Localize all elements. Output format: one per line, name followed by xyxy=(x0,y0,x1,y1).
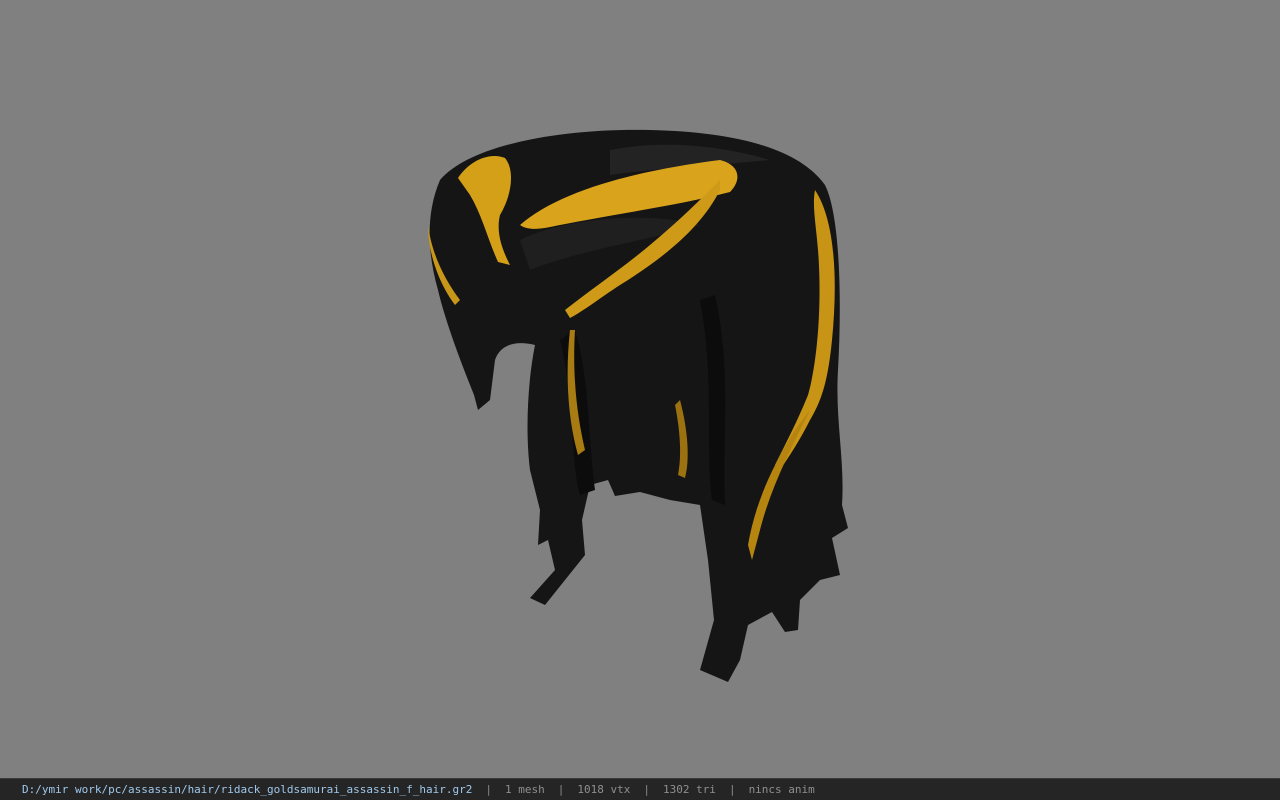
separator: | xyxy=(728,783,736,796)
hair-model-icon xyxy=(428,129,848,682)
separator: | xyxy=(485,783,492,796)
anim-status: nincs anim xyxy=(748,783,815,796)
mesh-count: 1 mesh xyxy=(504,783,545,796)
3d-viewport[interactable] xyxy=(0,0,1280,778)
separator: | xyxy=(557,783,565,796)
separator: | xyxy=(643,783,650,796)
file-path: D:/ymir work/pc/assassin/hair/ridack_gol… xyxy=(22,783,473,796)
status-bar: D:/ymir work/pc/assassin/hair/ridack_gol… xyxy=(0,778,1280,800)
vertex-count: 1018 vtx xyxy=(577,783,631,796)
triangle-count: 1302 tri xyxy=(662,783,716,796)
